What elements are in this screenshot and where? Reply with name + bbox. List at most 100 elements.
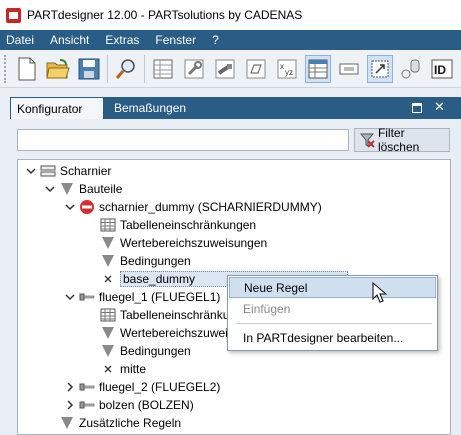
- component-button[interactable]: [336, 55, 362, 83]
- funnel-icon: [100, 253, 116, 269]
- tree-node-conditions[interactable]: Bedingungen: [100, 342, 191, 360]
- mouse-pointer-icon: [372, 282, 388, 303]
- table-icon: [100, 217, 116, 233]
- context-menu-separator: [236, 323, 432, 324]
- window-title: PARTdesigner 12.00 - PARTsolutions by CA…: [27, 8, 303, 22]
- table-view-icon: [308, 59, 328, 78]
- menu-help[interactable]: ?: [204, 33, 227, 47]
- new-document-button[interactable]: [14, 55, 40, 83]
- cylinders-icon: [401, 59, 420, 78]
- menu-bar: Datei Ansicht Extras Fenster ?: [0, 30, 461, 50]
- tree-node-scharnier[interactable]: Scharnier: [26, 162, 111, 180]
- cylinders-button[interactable]: [398, 55, 424, 83]
- cross-icon: [100, 271, 116, 287]
- search-button[interactable]: [113, 55, 139, 83]
- filter-clear-icon: [359, 133, 375, 148]
- magnifier-icon: [115, 58, 135, 79]
- tree-node-label: fluegel_1 (FLUEGEL1): [99, 290, 221, 304]
- funnel-icon: [59, 181, 75, 197]
- bolt-icon: [79, 397, 95, 413]
- collapsed-chevron-icon[interactable]: [65, 400, 75, 410]
- resize-frame-icon: [371, 60, 389, 77]
- table-icon: [100, 307, 116, 323]
- id-icon: ID: [431, 59, 453, 78]
- svg-text:ID: ID: [434, 63, 446, 77]
- cross-icon: [100, 361, 116, 377]
- bolt-icon: [79, 289, 95, 305]
- save-button[interactable]: [76, 55, 102, 83]
- tree-node-table-constraints[interactable]: Tabelleneinschränkungen: [100, 216, 256, 234]
- tree-node-label: bolzen (BOLZEN): [99, 398, 194, 412]
- tree-node-conditions[interactable]: Bedingungen: [100, 252, 191, 270]
- wrench-icon: [184, 59, 204, 78]
- id-button[interactable]: ID: [429, 55, 455, 83]
- collapsed-chevron-icon[interactable]: [65, 382, 75, 392]
- table-view-button[interactable]: [305, 54, 331, 83]
- svg-text:x: x: [280, 62, 284, 71]
- funnel-icon: [100, 325, 116, 341]
- context-menu-paste[interactable]: Einfügen: [229, 299, 436, 320]
- title-bar: PARTdesigner 12.00 - PARTsolutions by CA…: [0, 0, 461, 30]
- configurator-panel: Konfigurator Bemaßungen ✕ Filter löschen…: [0, 88, 461, 435]
- tree-node-range-assignments[interactable]: Wertebereichszuweisungen: [100, 234, 267, 252]
- tree-node-scharnier-dummy[interactable]: scharnier_dummy (SCHARNIERDUMMY): [65, 198, 322, 216]
- tree-node-label: Wertebereichszuweisungen: [120, 236, 268, 250]
- tree-node-mitte[interactable]: mitte: [100, 360, 146, 378]
- tree-node-label: Bedingungen: [120, 254, 191, 268]
- expanded-chevron-icon[interactable]: [45, 184, 55, 194]
- tree-node-label: Bedingungen: [120, 344, 191, 358]
- xyz-variables-icon: xyz: [277, 59, 297, 78]
- open-folder-icon: [46, 58, 70, 78]
- tree-node-label: Zusätzliche Regeln: [79, 416, 182, 430]
- variables-button[interactable]: x yz: [274, 55, 300, 83]
- tree-node-bauteile[interactable]: Bauteile: [45, 180, 122, 198]
- table-icon: [153, 59, 173, 78]
- toolbar-grip[interactable]: [4, 54, 9, 83]
- menu-fenster[interactable]: Fenster: [147, 33, 204, 47]
- funnel-icon: [100, 235, 116, 251]
- panel-tab-strip: Konfigurator Bemaßungen ✕: [10, 97, 461, 119]
- tree-node-label: fluegel_2 (FLUEGEL2): [99, 380, 221, 394]
- close-icon[interactable]: ✕: [434, 100, 445, 114]
- svg-text:yz: yz: [285, 68, 293, 77]
- tree-node-label: Tabelleneinschränkungen: [120, 218, 257, 232]
- toolbar-separator: [144, 54, 145, 83]
- expanded-chevron-icon[interactable]: [65, 292, 75, 302]
- tab-bemassungen[interactable]: Bemaßungen: [108, 97, 192, 119]
- tree-node-fluegel-1[interactable]: fluegel_1 (FLUEGEL1): [65, 288, 220, 306]
- context-menu: Neue Regel Einfügen In PARTdesigner bear…: [227, 275, 438, 351]
- main-toolbar: x yz ID: [0, 50, 461, 88]
- tree-node-label: Bauteile: [79, 182, 123, 196]
- maximize-icon[interactable]: [412, 103, 422, 113]
- bolt-icon: [79, 379, 95, 395]
- tree-node-bolzen[interactable]: bolzen (BOLZEN): [65, 396, 194, 414]
- component-icon: [339, 63, 359, 74]
- shape-button[interactable]: [243, 55, 269, 83]
- filter-clear-label: Filter löschen: [377, 126, 420, 154]
- no-entry-icon: [79, 199, 95, 215]
- menu-ansicht[interactable]: Ansicht: [42, 33, 97, 47]
- app-icon: [6, 7, 21, 23]
- shape-icon: [246, 59, 266, 78]
- assembly-icon: [40, 163, 56, 179]
- tree-node-fluegel-2[interactable]: fluegel_2 (FLUEGEL2): [65, 378, 220, 396]
- search-input[interactable]: [17, 129, 349, 151]
- tree-node-additional-rules[interactable]: Zusätzliche Regeln: [59, 414, 181, 432]
- tree-node-label: scharnier_dummy (SCHARNIERDUMMY): [99, 200, 322, 214]
- funnel-icon: [59, 415, 75, 431]
- expanded-chevron-icon[interactable]: [65, 202, 75, 212]
- bolt-icon: [215, 59, 235, 78]
- menu-datei[interactable]: Datei: [0, 33, 42, 47]
- bolt-button[interactable]: [212, 55, 238, 83]
- context-menu-edit-in-partdesigner[interactable]: In PARTdesigner bearbeiten...: [229, 328, 436, 349]
- wrench-button[interactable]: [181, 55, 207, 83]
- tab-konfigurator[interactable]: Konfigurator: [10, 97, 104, 119]
- menu-extras[interactable]: Extras: [97, 33, 147, 47]
- context-menu-new-rule[interactable]: Neue Regel: [229, 277, 436, 298]
- table-button[interactable]: [150, 55, 176, 83]
- open-button[interactable]: [45, 55, 71, 83]
- filter-clear-button[interactable]: Filter löschen: [354, 126, 450, 154]
- tree-node-label: mitte: [120, 362, 147, 376]
- resize-frame-button[interactable]: [367, 54, 393, 83]
- expanded-chevron-icon[interactable]: [26, 166, 36, 176]
